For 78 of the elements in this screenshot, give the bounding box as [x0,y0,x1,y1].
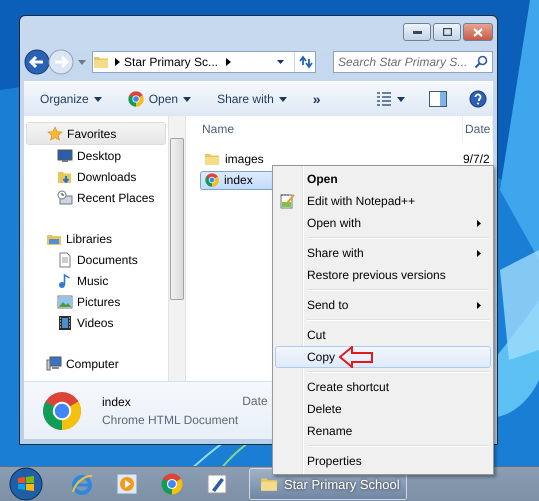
help-icon[interactable] [469,90,487,108]
notepad-icon [280,193,296,209]
chrome-icon [42,390,82,430]
chrome-icon [205,173,219,187]
minimize-button[interactable] [403,23,431,41]
menu-item[interactable]: Create shortcut [275,376,491,398]
file-name: index [102,394,132,408]
caret-icon[interactable] [277,60,284,64]
menu-item[interactable]: Rename [275,420,491,442]
back-icon[interactable] [24,49,50,75]
search-icon [474,55,488,69]
submenu-arrow-icon [477,250,481,256]
start-icon[interactable] [7,467,45,501]
picture-icon [57,294,73,310]
toolbar-button[interactable]: Open [126,89,194,109]
caret-icon [94,96,102,102]
list-view-icon [376,92,392,106]
preview-pane-icon[interactable] [429,91,447,107]
media-player-icon[interactable] [116,473,138,495]
caret-icon [183,96,192,102]
computer-icon [46,356,62,372]
maximize-icon [442,28,452,36]
caret-icon [278,96,287,102]
monitor-icon [57,148,73,164]
document-icon [57,252,73,268]
folder-icon [93,54,109,70]
minimize-icon [412,30,422,34]
close-button[interactable] [463,23,493,41]
chevron-icon [226,58,232,66]
view-options-button[interactable] [374,90,407,108]
toolbar-button[interactable]: Share with [215,90,289,108]
nav-item[interactable]: Pictures [24,291,168,312]
film-icon [57,314,73,330]
refresh-icon[interactable] [294,52,315,72]
menu-item[interactable]: Edit with Notepad++ [275,190,491,212]
menu-item[interactable]: Open with [275,212,491,234]
search-field[interactable]: Search Star Primary S... [333,51,493,73]
nav-item[interactable]: Desktop [24,145,168,166]
pen-icon[interactable] [206,473,228,495]
column-header[interactable]: Date [463,116,493,142]
chrome-icon [128,91,144,107]
clock-icon [57,190,73,206]
address-bar[interactable]: Star Primary Sc... [92,51,316,73]
nav-item[interactable]: Libraries [24,228,168,249]
submenu-arrow-icon [477,302,481,308]
field-label: Date [242,394,268,408]
menu-item[interactable]: Send to [275,294,491,316]
date-text: 9/7/2 [463,152,491,166]
nav-item[interactable]: Computer [24,353,168,374]
folder-icon [204,151,220,167]
menu-item[interactable]: Delete [275,398,491,420]
nav-item[interactable]: Favorites [26,122,166,145]
menu-item[interactable]: Restore previous versions [275,264,491,286]
annotation-arrow [339,346,374,368]
chrome-icon [160,473,182,495]
file-type: Chrome HTML Document [102,412,238,426]
chevron-icon [115,58,120,66]
nav-item[interactable]: Videos [24,312,168,333]
menu-item[interactable]: Copy [275,346,491,368]
nav-item[interactable]: Recent Places [24,187,168,208]
music-note-icon [57,272,73,288]
nav-item[interactable]: Downloads [24,166,168,187]
nav-item[interactable]: Music [24,270,168,291]
maximize-button[interactable] [433,23,461,41]
star-icon [47,126,63,142]
submenu-arrow-icon [477,220,481,226]
menu-item[interactable]: Cut [275,324,491,346]
dropdown-icon[interactable] [78,60,86,64]
scroll-thumb[interactable] [170,138,184,300]
scrollbar[interactable] [168,116,186,381]
close-icon [473,28,483,36]
file-item[interactable]: images [200,150,320,168]
menu-item[interactable]: Share with [275,242,491,264]
caret-icon [397,96,405,102]
column-header[interactable]: Name [186,116,463,142]
toolbar-button[interactable]: Organize [38,90,104,108]
more-button[interactable]: » [310,89,323,109]
nav-item[interactable]: Documents [24,249,168,270]
